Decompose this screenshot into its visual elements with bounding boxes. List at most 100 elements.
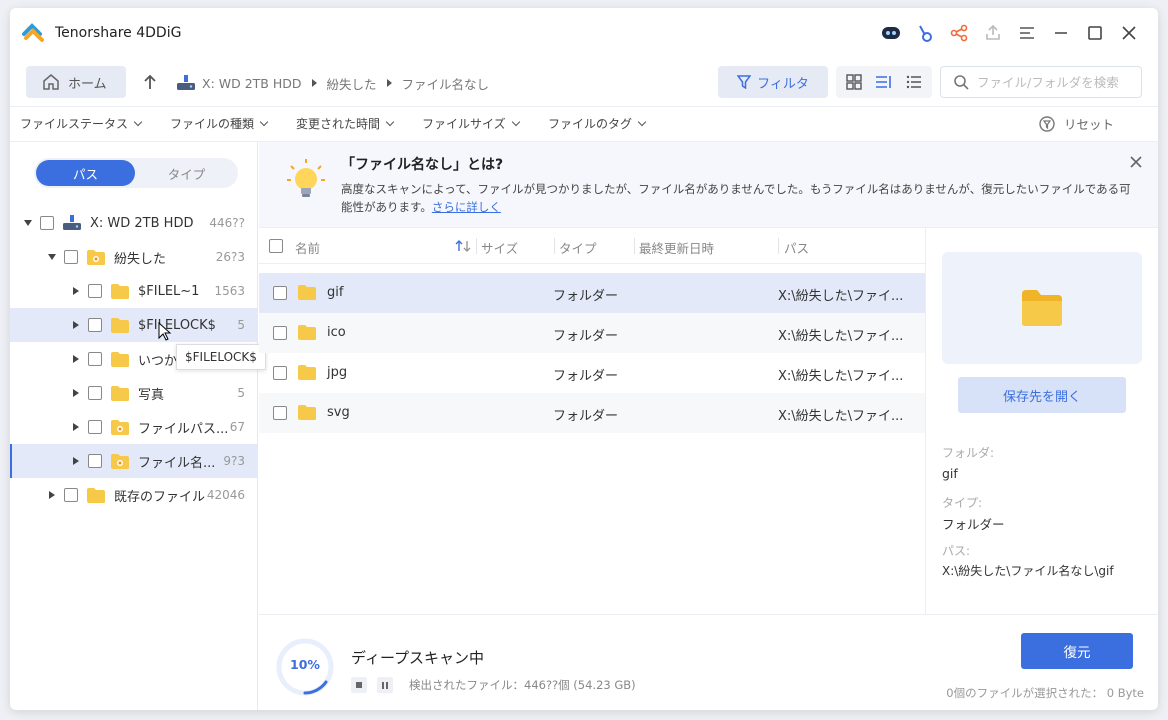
robot-icon[interactable] — [874, 20, 908, 46]
chevron-down-icon — [637, 117, 647, 127]
detail-view-icon[interactable] — [874, 73, 894, 91]
tooltip: $FILELOCK$ — [176, 344, 266, 370]
header-type[interactable]: タイプ — [559, 238, 597, 257]
row-checkbox[interactable] — [273, 286, 287, 300]
tree-item-label: X: WD 2TB HDD — [90, 215, 194, 231]
row-checkbox[interactable] — [273, 406, 287, 420]
expand-arrow-icon[interactable] — [22, 220, 34, 226]
row-checkbox[interactable] — [273, 326, 287, 340]
select-all-checkbox[interactable] — [269, 239, 283, 253]
filter-button[interactable]: フィルタ — [718, 66, 828, 98]
table-row[interactable]: svg フォルダー X:\紛失した\ファイ... — [259, 393, 925, 433]
file-type: フォルダー — [553, 369, 619, 384]
grid-view-icon[interactable] — [845, 73, 863, 91]
tab-type[interactable]: タイプ — [137, 160, 236, 186]
header-modified[interactable]: 最終更新日時 — [639, 238, 714, 257]
stop-icon[interactable] — [351, 677, 367, 693]
scan-status: 検出されたファイル：446??個 (54.23 GB) — [409, 678, 636, 692]
column-separator — [554, 238, 555, 254]
tree-checkbox[interactable] — [64, 488, 78, 502]
minimize-icon[interactable] — [1044, 20, 1078, 46]
tab-path[interactable]: パス — [36, 160, 135, 186]
menu-icon[interactable] — [1010, 20, 1044, 46]
home-button[interactable]: ホーム — [26, 66, 126, 98]
tree-item-label: $FILEL~1 — [138, 283, 200, 299]
recover-button[interactable]: 復元 — [1021, 633, 1133, 669]
info-banner: 「ファイル名なし」とは? 高度なスキャンによって、ファイルが見つかりましたが、フ… — [259, 142, 1158, 228]
table-row[interactable]: jpg フォルダー X:\紛失した\ファイ... — [259, 353, 925, 393]
tree-item-photos[interactable]: 写真 5 — [10, 376, 257, 410]
tree-item-existing[interactable]: 既存のファイル 42046 — [10, 478, 257, 512]
pause-icon[interactable] — [377, 677, 393, 693]
reset-button[interactable]: リセット — [1038, 114, 1114, 133]
tree-checkbox[interactable] — [88, 318, 102, 332]
app-title: Tenorshare 4DDiG — [55, 25, 182, 41]
up-arrow-icon[interactable] — [140, 71, 160, 93]
special-folder-icon — [110, 452, 130, 470]
search-input[interactable] — [977, 74, 1137, 90]
list-view-icon[interactable] — [905, 73, 923, 91]
column-separator — [634, 238, 635, 254]
header-size[interactable]: サイズ — [481, 238, 518, 257]
share-icon[interactable] — [942, 20, 976, 46]
maximize-icon[interactable] — [1078, 20, 1112, 46]
upload-icon[interactable] — [976, 20, 1010, 46]
learn-more-link[interactable]: さらに詳しく — [432, 200, 501, 214]
column-separator — [476, 238, 477, 254]
tree-item-filelock[interactable]: $FILELOCK$ 5 — [10, 308, 257, 342]
header-name[interactable]: 名前 — [295, 238, 320, 257]
breadcrumb-item[interactable]: 紛失した — [327, 74, 377, 93]
table-row[interactable]: ico フォルダー X:\紛失した\ファイ... — [259, 313, 925, 353]
close-icon[interactable] — [1128, 154, 1144, 170]
filter-file-tag[interactable]: ファイルのタグ — [548, 115, 647, 132]
tree-item-filepath[interactable]: ファイルパス... 67 — [10, 410, 257, 444]
table-row[interactable]: gif フォルダー X:\紛失した\ファイ... — [259, 273, 925, 313]
expand-arrow-icon[interactable] — [70, 389, 82, 397]
filter-file-type[interactable]: ファイルの種類 — [170, 115, 269, 132]
filter-file-size[interactable]: ファイルサイズ — [422, 115, 520, 132]
expand-arrow-icon[interactable] — [70, 321, 82, 329]
expand-arrow-icon[interactable] — [70, 355, 82, 363]
filter-file-status[interactable]: ファイルステータス — [20, 115, 143, 132]
folder-value: gif — [942, 466, 958, 481]
filter-modified-time[interactable]: 変更された時間 — [296, 115, 395, 132]
header-path[interactable]: パス — [784, 238, 809, 257]
sort-icon[interactable] — [455, 239, 471, 253]
tree-item-filel[interactable]: $FILEL~1 1563 — [10, 274, 257, 308]
mouse-cursor-icon — [158, 322, 172, 341]
home-icon — [43, 74, 59, 90]
search-box — [940, 66, 1142, 98]
chevron-down-icon — [511, 117, 520, 127]
tree-item-label: 既存のファイル — [114, 489, 206, 505]
tree-checkbox[interactable] — [88, 284, 102, 298]
breadcrumb-separator — [311, 79, 317, 87]
lightbulb-icon — [287, 159, 325, 197]
folder-icon — [298, 325, 316, 340]
tree-item-count: 26?3 — [215, 250, 245, 264]
tree-checkbox[interactable] — [40, 216, 54, 230]
key-icon[interactable] — [908, 20, 942, 46]
file-type: フォルダー — [553, 289, 619, 304]
breadcrumb-item[interactable]: X: WD 2TB HDD — [202, 76, 302, 91]
expand-arrow-icon[interactable] — [70, 287, 82, 295]
expand-arrow-icon[interactable] — [46, 491, 58, 499]
folder-icon — [298, 365, 316, 380]
tree-checkbox[interactable] — [88, 420, 102, 434]
expand-arrow-icon[interactable] — [46, 254, 58, 260]
expand-arrow-icon[interactable] — [70, 423, 82, 431]
tree-item-lost[interactable]: 紛失した 26?3 — [10, 240, 257, 274]
open-location-button[interactable]: 保存先を開く — [958, 377, 1126, 413]
row-checkbox[interactable] — [273, 366, 287, 380]
expand-arrow-icon[interactable] — [70, 457, 82, 465]
tree-checkbox[interactable] — [64, 250, 78, 264]
tree-item-label: $FILELOCK$ — [138, 317, 216, 333]
tree-item-drive[interactable]: X: WD 2TB HDD 446?? — [10, 206, 257, 240]
scan-title: ディープスキャン中 — [351, 649, 485, 667]
tree-item-noname[interactable]: ファイル名... 9?3 — [10, 444, 257, 478]
tree-checkbox[interactable] — [88, 386, 102, 400]
tree-checkbox[interactable] — [88, 352, 102, 366]
close-icon[interactable] — [1112, 20, 1146, 46]
tree-checkbox[interactable] — [88, 454, 102, 468]
title-bar: Tenorshare 4DDiG — [10, 8, 1158, 58]
breadcrumb-item[interactable]: ファイル名なし — [402, 74, 490, 93]
